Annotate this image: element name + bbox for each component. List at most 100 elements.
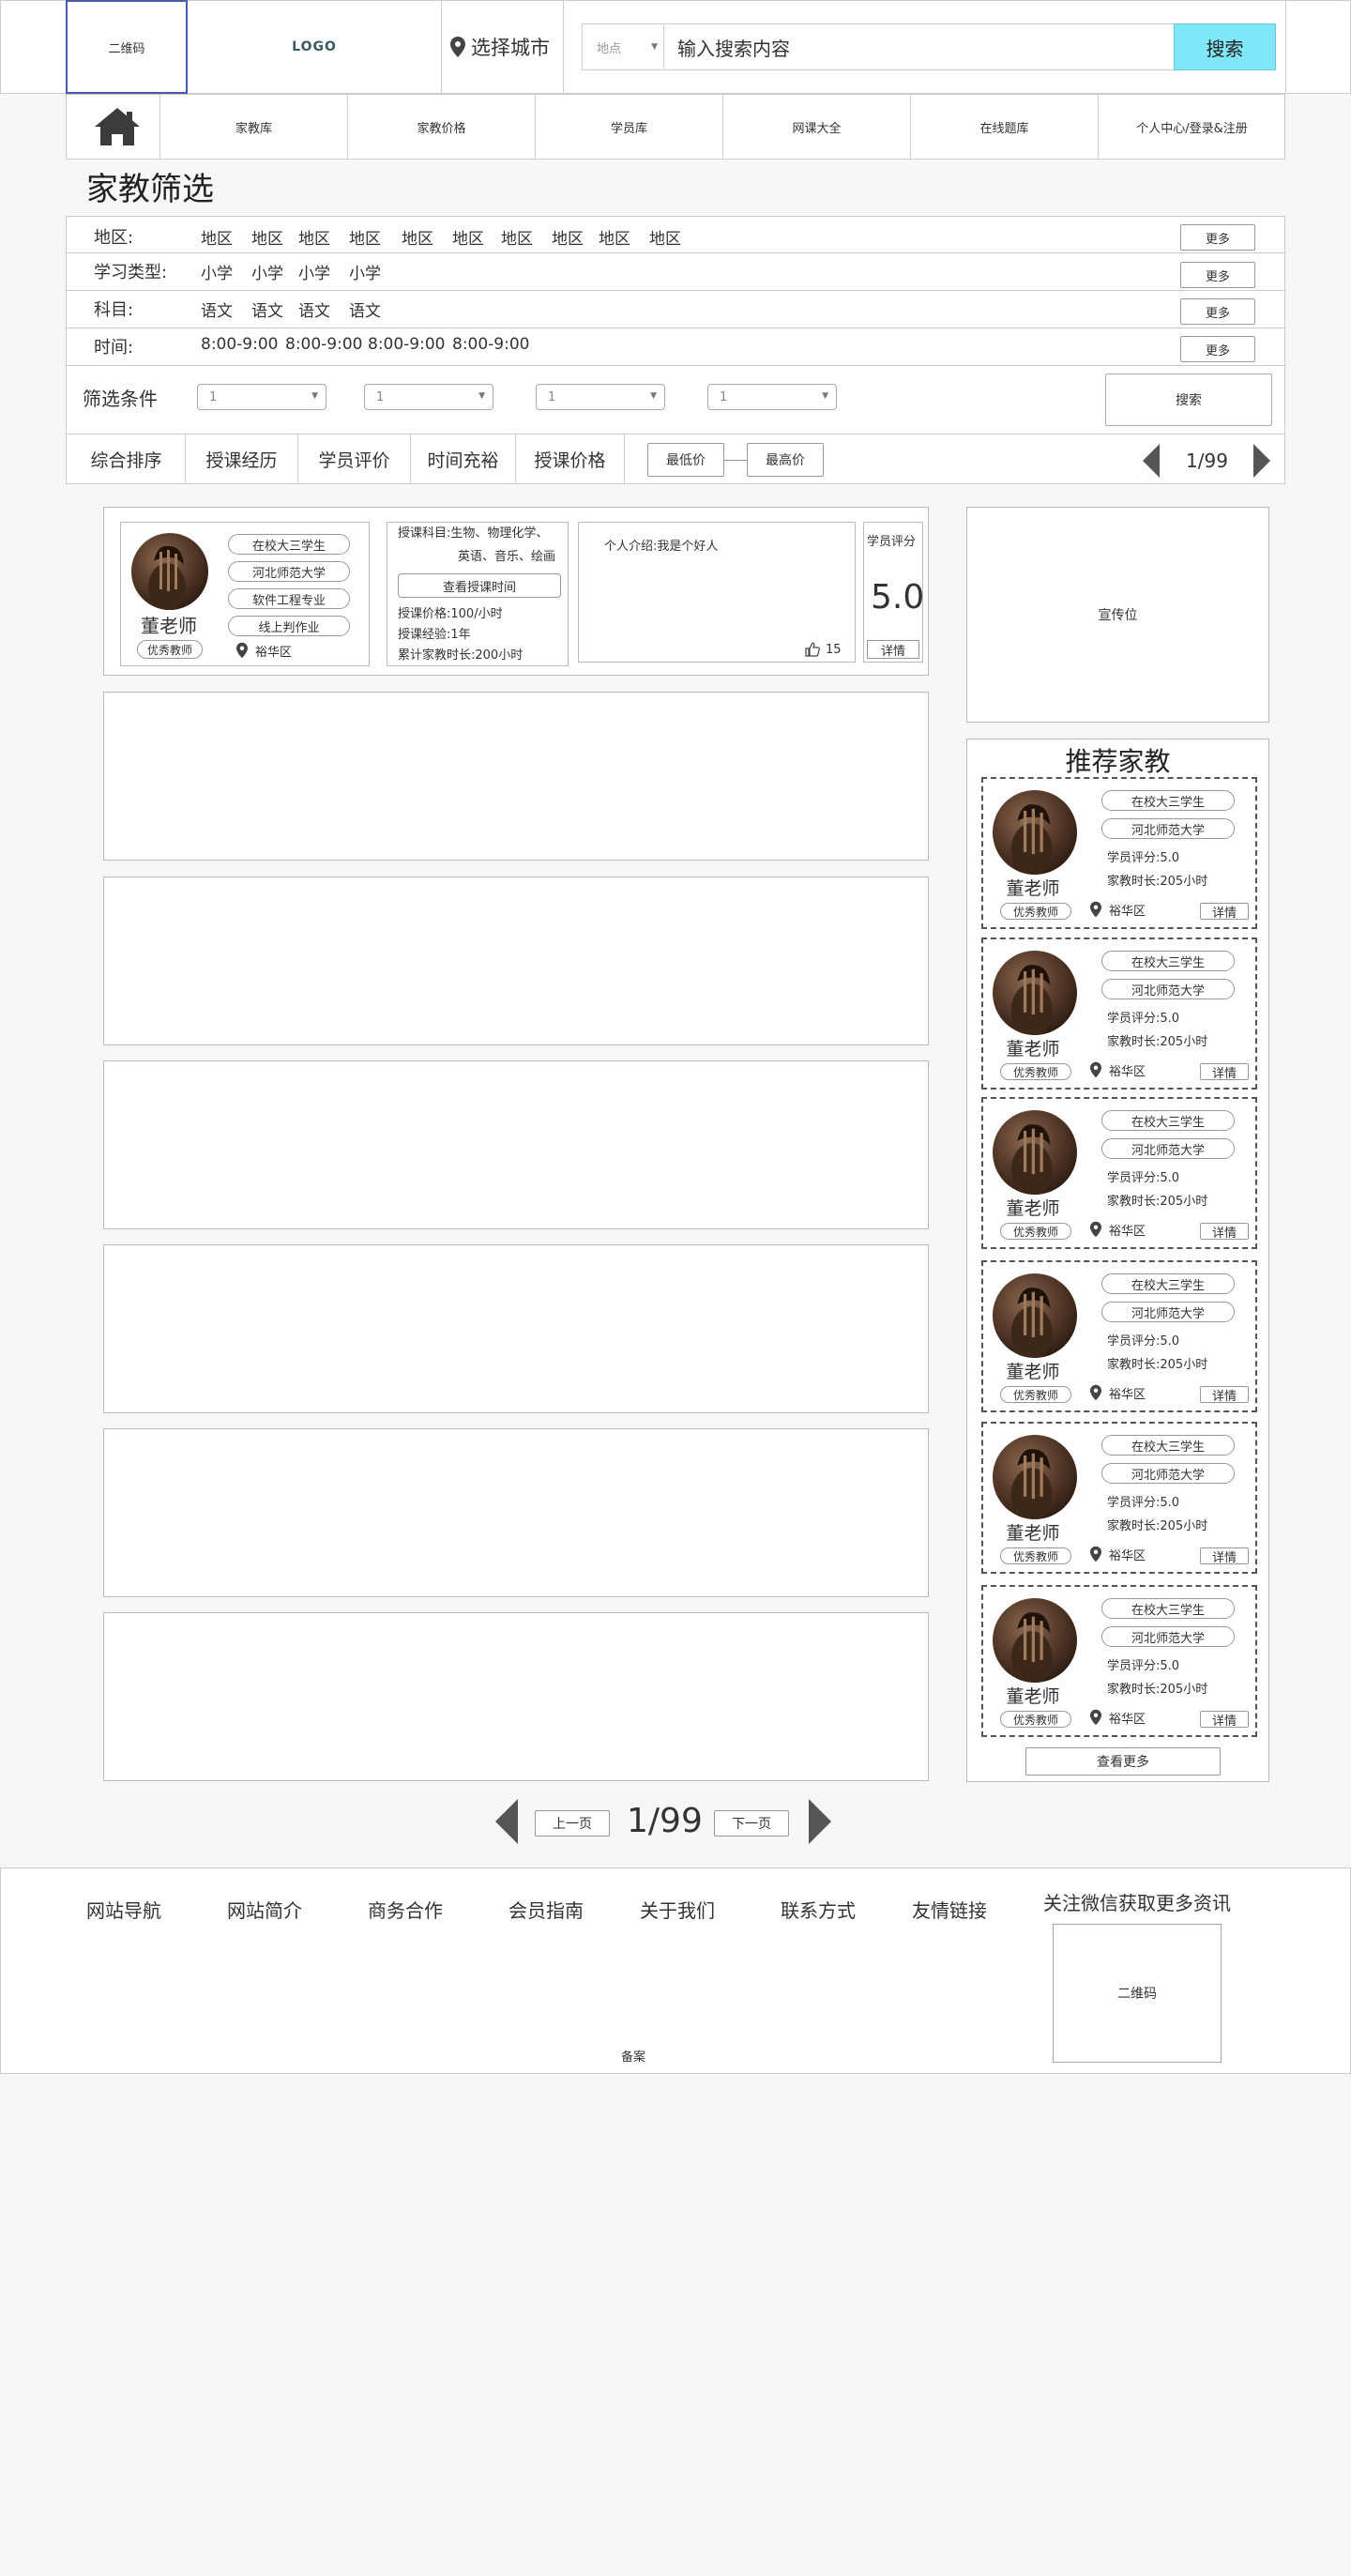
- teacher-name: 董老师: [1006, 1686, 1060, 1707]
- teacher-rating: 学员评分:5.0: [1107, 1012, 1180, 1026]
- nav-item-online-courses[interactable]: 网课大全: [722, 94, 910, 160]
- nav-item-user-center[interactable]: 个人中心/登录&注册: [1098, 94, 1285, 160]
- more-button[interactable]: 更多: [1180, 298, 1255, 325]
- teacher-price: 授课价格:100/小时: [398, 607, 503, 621]
- teacher-card-placeholder[interactable]: [103, 1060, 929, 1229]
- see-more-button[interactable]: 查看更多: [1025, 1747, 1221, 1776]
- sort-tab-availability[interactable]: 时间充裕: [411, 434, 516, 483]
- footer-link[interactable]: 关于我们: [640, 1896, 715, 1923]
- condition-dropdown[interactable]: 1 ▼: [536, 384, 665, 410]
- teacher-name: 董老师: [1006, 1039, 1060, 1059]
- filter-option[interactable]: 地区: [501, 225, 533, 249]
- detail-button[interactable]: 详情: [1200, 1063, 1249, 1081]
- teacher-district: 裕华区: [1090, 1544, 1146, 1564]
- filter-option[interactable]: 地区: [298, 225, 330, 249]
- filter-option[interactable]: 语文: [251, 297, 283, 321]
- condition-dropdown[interactable]: 1 ▼: [364, 384, 493, 410]
- teacher-likes[interactable]: 15: [805, 640, 842, 659]
- home-icon[interactable]: [84, 101, 150, 152]
- prev-page-button[interactable]: 上一页: [535, 1810, 610, 1837]
- filter-option[interactable]: 地区: [402, 225, 433, 249]
- filter-option[interactable]: 8:00-9:00: [452, 335, 530, 354]
- pager-prev-icon[interactable]: [495, 1799, 518, 1844]
- city-label: 选择城市: [471, 37, 550, 59]
- condition-dropdown[interactable]: 1 ▼: [197, 384, 326, 410]
- teacher-badge: 优秀教师: [1000, 1711, 1071, 1728]
- filter-option[interactable]: 小学: [201, 260, 233, 283]
- teacher-district: 裕华区: [1090, 1707, 1146, 1728]
- teacher-card-placeholder[interactable]: [103, 1612, 929, 1781]
- teacher-district: 裕华区: [1090, 1219, 1146, 1240]
- teacher-card-placeholder[interactable]: [103, 692, 929, 861]
- detail-button[interactable]: 详情: [867, 640, 919, 659]
- filter-option[interactable]: 地区: [452, 225, 484, 249]
- nav-item-tutor-price[interactable]: 家教价格: [347, 94, 535, 160]
- min-price-input[interactable]: 最低价: [647, 443, 724, 477]
- filter-option[interactable]: 小学: [298, 260, 330, 283]
- detail-button[interactable]: 详情: [1200, 1223, 1249, 1241]
- city-selector[interactable]: 选择城市: [450, 30, 550, 64]
- sort-tab-overall[interactable]: 综合排序: [68, 434, 186, 483]
- filter-option[interactable]: 小学: [349, 260, 381, 283]
- filter-option[interactable]: 地区: [599, 225, 630, 249]
- more-button[interactable]: 更多: [1180, 262, 1255, 288]
- filter-search-button[interactable]: 搜索: [1105, 373, 1272, 426]
- sort-tab-price[interactable]: 授课价格: [516, 434, 625, 483]
- nav-item-tutor-library[interactable]: 家教库: [159, 94, 347, 160]
- filter-option[interactable]: 语文: [349, 297, 381, 321]
- location-pin-icon: [1090, 901, 1101, 918]
- header-divider: [1285, 0, 1286, 94]
- search-input[interactable]: 输入搜索内容: [666, 25, 1173, 69]
- teacher-hours: 家教时长:205小时: [1107, 1683, 1208, 1697]
- detail-button[interactable]: 详情: [1200, 903, 1249, 921]
- dropdown-arrow-icon: ▼: [478, 391, 485, 401]
- teacher-tag: 在校大三学生: [228, 534, 350, 555]
- teacher-name: 董老师: [1006, 878, 1060, 899]
- detail-button[interactable]: 详情: [1200, 1711, 1249, 1729]
- condition-dropdown[interactable]: 1 ▼: [707, 384, 837, 410]
- teacher-card-placeholder[interactable]: [103, 1244, 929, 1413]
- nav-item-question-bank[interactable]: 在线题库: [910, 94, 1098, 160]
- filter-option[interactable]: 语文: [298, 297, 330, 321]
- next-page-button[interactable]: 下一页: [714, 1810, 789, 1837]
- more-button[interactable]: 更多: [1180, 224, 1255, 251]
- footer-link[interactable]: 友情链接: [912, 1896, 987, 1923]
- nav-item-student-library[interactable]: 学员库: [535, 94, 722, 160]
- sort-tab-rating[interactable]: 学员评价: [298, 434, 411, 483]
- view-schedule-button[interactable]: 查看授课时间: [398, 573, 561, 598]
- filter-option[interactable]: 语文: [201, 297, 233, 321]
- teacher-card-placeholder[interactable]: [103, 1428, 929, 1597]
- footer-link[interactable]: 商务合作: [368, 1896, 443, 1923]
- footer-link[interactable]: 会员指南: [509, 1896, 584, 1923]
- footer-link[interactable]: 联系方式: [781, 1896, 856, 1923]
- filter-option[interactable]: 地区: [251, 225, 283, 249]
- filter-option[interactable]: 小学: [251, 260, 283, 283]
- filter-option[interactable]: 地区: [552, 225, 584, 249]
- detail-button[interactable]: 详情: [1200, 1547, 1249, 1565]
- location-select[interactable]: 地点 ▼: [584, 25, 664, 69]
- filter-option[interactable]: 地区: [201, 225, 233, 249]
- next-page-icon[interactable]: [1253, 444, 1270, 478]
- teacher-intro: 个人介绍:我是个好人: [604, 540, 719, 554]
- filter-option[interactable]: 8:00-9:00: [368, 335, 446, 354]
- filter-option[interactable]: 地区: [649, 225, 681, 249]
- filter-option[interactable]: 8:00-9:00: [285, 335, 363, 354]
- filter-label-subject: 科目:: [94, 300, 134, 320]
- filter-option[interactable]: 8:00-9:00: [201, 335, 279, 354]
- prev-page-icon[interactable]: [1143, 444, 1160, 478]
- record-link[interactable]: 备案: [621, 2047, 645, 2065]
- footer-link[interactable]: 网站导航: [86, 1896, 161, 1923]
- pager-next-icon[interactable]: [809, 1799, 831, 1844]
- site-logo[interactable]: LOGO: [253, 28, 375, 66]
- search-button[interactable]: 搜索: [1174, 23, 1276, 70]
- more-button[interactable]: 更多: [1180, 336, 1255, 362]
- footer-link[interactable]: 网站简介: [227, 1896, 302, 1923]
- filter-option[interactable]: 地区: [349, 225, 381, 249]
- sort-tab-experience[interactable]: 授课经历: [186, 434, 298, 483]
- detail-button[interactable]: 详情: [1200, 1386, 1249, 1404]
- ad-banner[interactable]: 宣传位: [966, 507, 1269, 723]
- filter-label-time: 时间:: [94, 338, 134, 358]
- teacher-card-placeholder[interactable]: [103, 876, 929, 1045]
- likes-count: 15: [826, 642, 842, 657]
- max-price-input[interactable]: 最高价: [747, 443, 824, 477]
